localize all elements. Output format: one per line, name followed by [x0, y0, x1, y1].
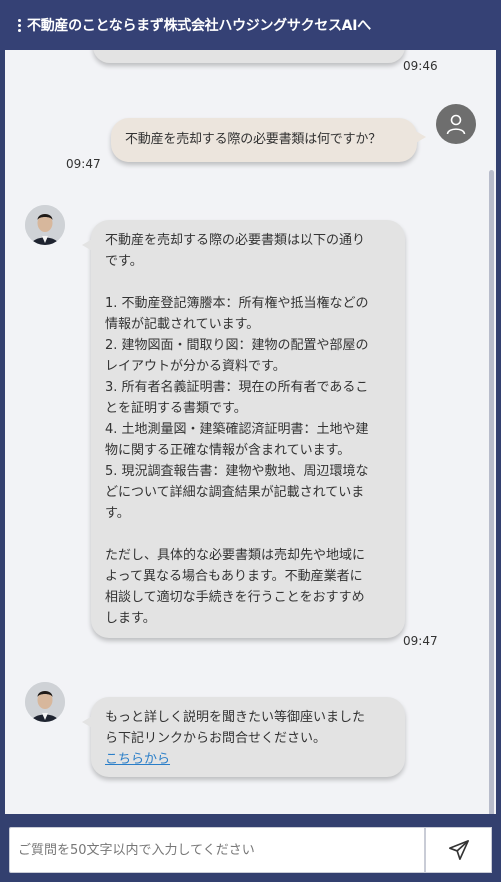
bot-message-line: ら下記リンクからお問合せください。	[105, 731, 327, 746]
bot-avatar	[25, 205, 65, 245]
chat-header: 不動産のことならまず株式会社ハウジングサクセスAIへ	[0, 0, 501, 50]
bot-message-blank-line	[105, 524, 395, 545]
input-bar	[0, 814, 501, 882]
bot-message-line: 1. 不動産登記簿謄本：所有権や抵当権などの	[105, 296, 369, 311]
question-input[interactable]	[9, 827, 425, 873]
bot-message-bubble: 不動産を売却する際の必要書類は以下の通り です。 1. 不動産登記簿謄本：所有権…	[82, 220, 405, 638]
bot-message-line: します。	[105, 611, 156, 626]
bot-message-line: 物に関する正確な情報が含まれています。	[105, 443, 351, 458]
bot-message-line: 5. 現況調査報告書：建物や敷地、周辺環境な	[105, 464, 369, 479]
bot-message-line: 相談して適切な手続きを行うことをおすすめ	[105, 590, 365, 605]
header-title: 不動産のことならまず株式会社ハウジングサクセスAIへ	[27, 18, 371, 34]
contact-link[interactable]: こちらから	[105, 749, 395, 770]
user-avatar-icon	[436, 104, 476, 144]
kebab-menu-icon[interactable]	[18, 18, 21, 32]
bot-message-line: 2. 建物図面・間取り図：建物の配置や部屋の	[105, 338, 369, 353]
scrollbar[interactable]	[489, 170, 494, 814]
bot-message-line: す。	[105, 506, 130, 521]
message-time: 09:46	[403, 59, 438, 73]
bot-message-line: 4. 土地測量図・建築確認済証明書：土地や建	[105, 422, 369, 437]
bot-message-blank-line	[105, 272, 395, 293]
bot-message-line: よって異なる場合もあります。不動産業者に	[105, 569, 363, 584]
user-message-bubble: 不動産を売却する際の必要書類は何ですか？	[111, 118, 426, 162]
bot-message-time: 09:47	[403, 634, 438, 648]
bot-avatar-image	[25, 205, 65, 245]
bot-message-line: 不動産を売却する際の必要書類は以下の通り	[105, 233, 366, 248]
chat-messages[interactable]: 09:46 不動産を売却する際の必要書類は何ですか？ 09:47 不動産を売却す…	[5, 50, 496, 814]
bot-avatar	[25, 682, 65, 722]
user-message-text: 不動産を売却する際の必要書類は何ですか？	[125, 132, 382, 147]
bot-message-line: とを証明する書類です。	[105, 401, 247, 416]
bot-message-line: ただし、具体的な必要書類は売却先や地域に	[105, 548, 366, 563]
bot-message-line: 3. 所有者名義証明書：現在の所有者であるこ	[105, 380, 369, 395]
bot-message-line: もっと詳しく説明を聞きたい等御座いました	[105, 710, 366, 725]
bot-message-line: レイアウトが分かる資料です。	[105, 359, 286, 374]
bot-message-bubble: もっと詳しく説明を聞きたい等御座いました ら下記リンクからお問合せください。 こ…	[82, 697, 405, 777]
paper-plane-icon	[448, 840, 469, 860]
bot-avatar-image	[25, 682, 65, 722]
bot-message-line: です。	[105, 254, 143, 269]
bot-message-line: どについて詳細な調査結果が記載されていま	[105, 485, 365, 500]
send-button[interactable]	[425, 827, 492, 873]
user-message-time: 09:47	[66, 157, 101, 171]
bot-message-line: 情報が記載されています。	[105, 317, 260, 332]
previous-message-bubble	[93, 50, 405, 63]
